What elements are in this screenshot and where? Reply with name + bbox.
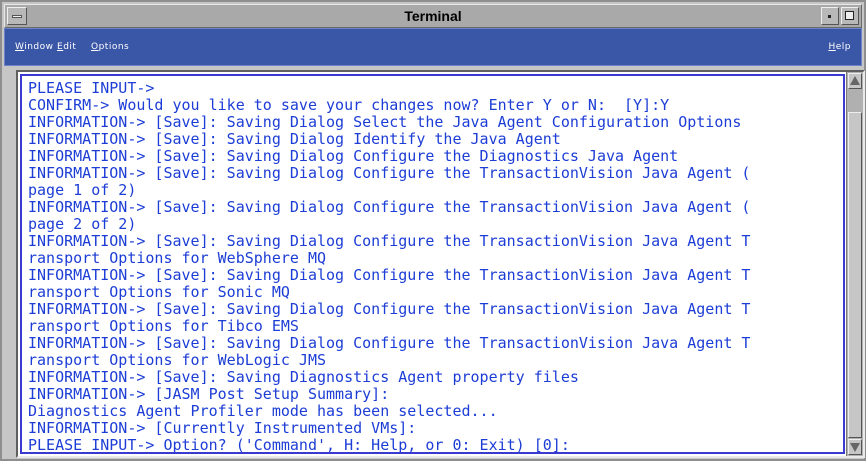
maximize-button[interactable] <box>841 7 859 25</box>
menu-window-rest: indow <box>24 42 54 52</box>
menu-window-mnemonic: W <box>15 42 25 52</box>
terminal-line: INFORMATION-> [Currently Instrumented VM… <box>28 419 417 437</box>
terminal-line: ransport Options for WebSphere MQ <box>28 249 327 267</box>
terminal-frame: PLEASE INPUT-> CONFIRM-> Would you like t… <box>16 70 865 458</box>
terminal-window: Terminal Window Edit Options Help PLEASE… <box>0 0 866 461</box>
terminal-line: INFORMATION-> [Save]: Saving Dialog Conf… <box>28 232 751 250</box>
terminal-line: ransport Options for Tibco EMS <box>28 317 299 335</box>
terminal-line: PLEASE INPUT-> <box>28 79 155 97</box>
menu-options-mnemonic: O <box>91 42 99 52</box>
terminal-line: INFORMATION-> [JASM Post Setup Summary]: <box>28 385 390 403</box>
vertical-scrollbar[interactable] <box>846 72 863 456</box>
title-bar[interactable]: Terminal <box>4 4 862 28</box>
terminal-line: INFORMATION-> [Save]: Saving Dialog Conf… <box>28 300 751 318</box>
terminal-line: ransport Options for WebLogic JMS <box>28 351 327 369</box>
menu-help-rest: elp <box>835 42 851 52</box>
minimize-button[interactable] <box>821 7 839 25</box>
minimize-icon <box>828 15 831 18</box>
terminal-line: INFORMATION-> [Save]: Saving Dialog Sele… <box>28 113 742 131</box>
scroll-up-arrow-icon[interactable] <box>848 73 862 89</box>
menu-help[interactable]: Help <box>828 42 851 52</box>
terminal-line: CONFIRM-> Would you like to save your ch… <box>28 96 670 114</box>
terminal-line: INFORMATION-> [Save]: Saving Dialog Conf… <box>28 164 751 182</box>
menu-options-rest: ptions <box>98 42 130 52</box>
menu-window[interactable]: Window <box>15 42 54 52</box>
menu-bar: Window Edit Options Help <box>4 28 862 66</box>
terminal-line: INFORMATION-> [Save]: Saving Dialog Conf… <box>28 266 751 284</box>
scroll-down-arrow-icon[interactable] <box>848 439 862 455</box>
terminal-line: page 1 of 2) <box>28 181 137 199</box>
window-title: Terminal <box>404 8 462 24</box>
scrollbar-thumb[interactable] <box>848 112 862 438</box>
menu-options[interactable]: Options <box>91 42 129 52</box>
terminal-line: page 2 of 2) <box>28 215 137 233</box>
terminal-line: ransport Options for Sonic MQ <box>28 283 290 301</box>
terminal-line: INFORMATION-> [Save]: Saving Diagnostics… <box>28 368 579 386</box>
terminal-line: INFORMATION-> [Save]: Saving Dialog Conf… <box>28 198 751 216</box>
terminal-line: INFORMATION-> [Save]: Saving Dialog Iden… <box>28 130 561 148</box>
terminal-line: INFORMATION-> [Save]: Saving Dialog Conf… <box>28 334 751 352</box>
terminal-line: INFORMATION-> [Save]: Saving Dialog Conf… <box>28 147 679 165</box>
terminal-output[interactable]: PLEASE INPUT-> CONFIRM-> Would you like t… <box>20 74 845 454</box>
terminal-line: PLEASE INPUT-> Option? ('Command', H: He… <box>28 436 570 454</box>
maximize-icon <box>845 11 854 20</box>
menu-help-mnemonic: H <box>828 42 836 52</box>
terminal-line: Diagnostics Agent Profiler mode has been… <box>28 402 498 420</box>
menu-edit-rest: dit <box>63 42 77 52</box>
menu-edit[interactable]: Edit <box>57 42 76 52</box>
